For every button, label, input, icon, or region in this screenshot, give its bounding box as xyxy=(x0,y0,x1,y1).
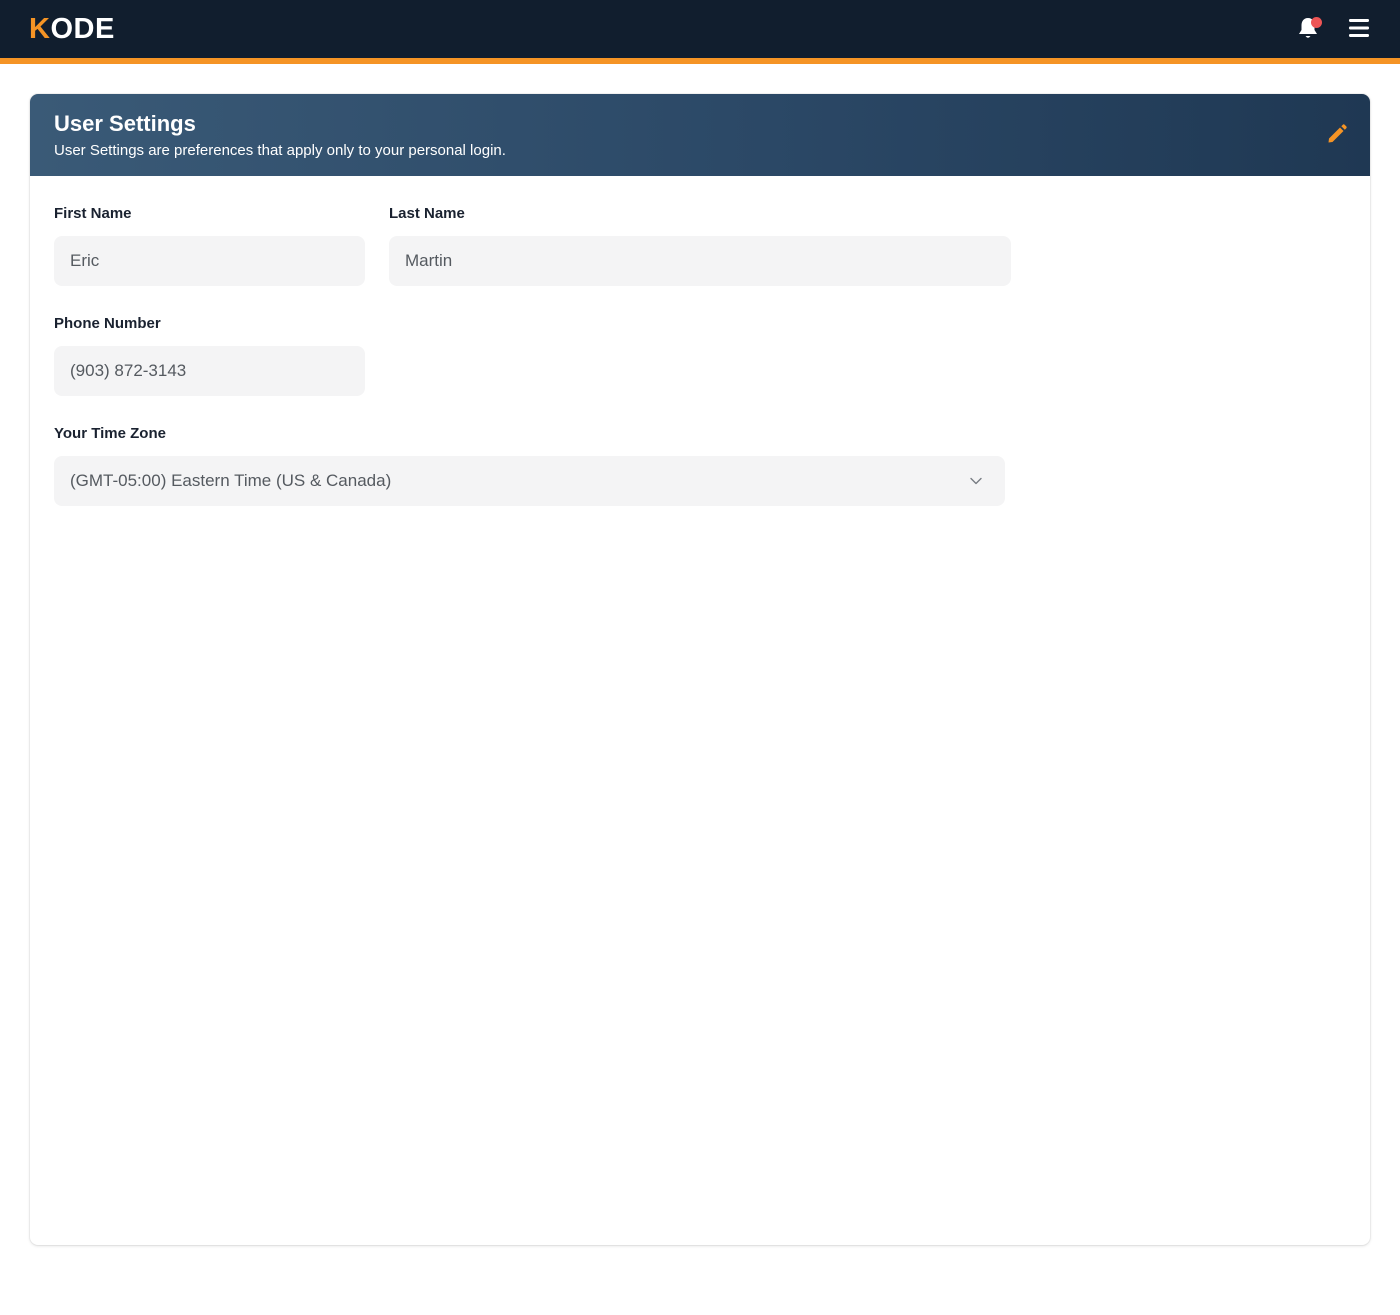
card-header: User Settings User Settings are preferen… xyxy=(30,94,1370,176)
pencil-icon xyxy=(1328,124,1347,143)
time-zone-select[interactable]: (GMT-05:00) Eastern Time (US & Canada) xyxy=(54,456,1005,506)
logo-letter-k: K xyxy=(29,13,51,45)
navbar-accent-stripe xyxy=(0,58,1400,64)
kode-logo[interactable]: KODE xyxy=(29,13,115,45)
edit-settings-button[interactable] xyxy=(1326,123,1348,145)
hamburger-menu-icon xyxy=(1349,19,1369,37)
first-name-input[interactable] xyxy=(54,236,365,286)
top-navbar xyxy=(0,0,1400,58)
time-zone-selected-value: (GMT-05:00) Eastern Time (US & Canada) xyxy=(70,471,392,490)
first-name-label: First Name xyxy=(54,205,132,222)
page-subtitle: User Settings are preferences that apply… xyxy=(54,142,506,159)
phone-number-input[interactable] xyxy=(54,346,365,396)
phone-number-label: Phone Number xyxy=(54,315,161,332)
chevron-down-icon xyxy=(970,477,982,485)
time-zone-label: Your Time Zone xyxy=(54,425,166,442)
main-menu-button[interactable] xyxy=(1347,17,1371,39)
last-name-label: Last Name xyxy=(389,205,465,222)
logo-letters-ode: ODE xyxy=(50,13,115,45)
notification-badge-dot xyxy=(1311,17,1322,28)
last-name-input[interactable] xyxy=(389,236,1011,286)
user-settings-card: User Settings User Settings are preferen… xyxy=(30,94,1370,1245)
page-title: User Settings xyxy=(54,111,196,136)
